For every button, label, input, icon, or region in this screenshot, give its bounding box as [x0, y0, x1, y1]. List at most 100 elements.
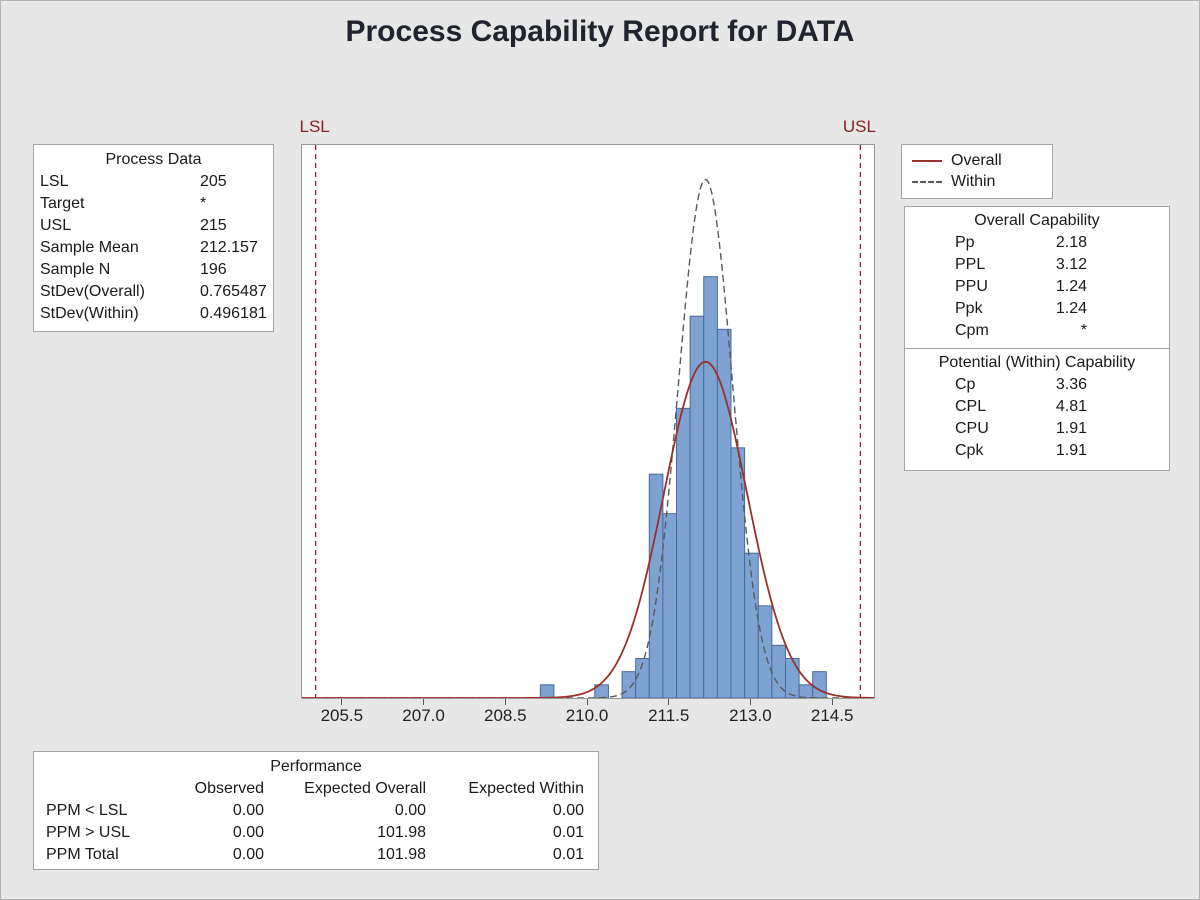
stat-value: 1.24: [1055, 300, 1087, 317]
capability-row: Cpk 1.91: [905, 440, 1169, 462]
process-data-title: Process Data: [105, 151, 202, 168]
table-cell: 0.00: [232, 846, 264, 863]
histogram-bar: [662, 513, 678, 698]
table-cell: 0.00: [232, 802, 264, 819]
capability-row: Cp 3.36: [905, 374, 1169, 396]
x-tick-label: 207.0: [402, 706, 445, 725]
x-tick-label: 210.0: [565, 706, 609, 725]
stat-label: Ppk: [955, 300, 983, 317]
x-tick-mark: [668, 699, 670, 705]
capability-row: PPL 3.12: [905, 254, 1169, 276]
x-tick-label: 214.5: [810, 706, 854, 725]
stat-value: 3.12: [1055, 256, 1087, 273]
overall-capability-title: Overall Capability: [974, 212, 1100, 229]
capability-row: CPL 4.81: [905, 396, 1169, 418]
stat-label: Cp: [955, 376, 976, 393]
curve-within: [302, 178, 874, 698]
table-cell: 0.01: [552, 846, 584, 863]
stat-value: 1.24: [1055, 278, 1087, 295]
row-label: PPM < LSL: [46, 802, 128, 819]
x-tick-mark: [504, 699, 506, 705]
table-cell: 101.98: [377, 846, 426, 863]
stat-label: Sample N: [40, 261, 111, 278]
capability-row: CPU 1.91: [905, 418, 1169, 440]
histogram-bar: [716, 328, 732, 698]
overall-capability-panel: Overall Capability Pp 2.18 PPL 3.12 PPU …: [904, 206, 1170, 349]
histogram-svg: [302, 145, 874, 698]
histogram-bar: [784, 658, 800, 698]
stat-label: Cpm: [955, 322, 989, 339]
row-label: PPM > USL: [46, 824, 131, 841]
usl-label: USL: [842, 117, 876, 136]
stat-value: 196: [200, 261, 227, 278]
row-label: PPM Total: [46, 846, 119, 863]
performance-panel: Performance Observed Expected Overall Ex…: [33, 751, 599, 870]
within-capability-panel: Potential (Within) Capability Cp 3.36 CP…: [904, 348, 1170, 471]
stat-value: 2.18: [1055, 234, 1087, 251]
process-data-row: StDev(Within) 0.496181: [40, 303, 267, 325]
x-tick-label: 205.5: [320, 706, 364, 725]
process-data-row: USL 215: [40, 215, 267, 237]
table-cell: 0.00: [232, 824, 264, 841]
lsl-label: LSL: [299, 117, 330, 136]
capability-row: Ppk 1.24: [905, 298, 1169, 320]
column-header: Expected Overall: [304, 780, 426, 797]
stat-value: 3.36: [1055, 376, 1087, 393]
x-tick-label: 211.5: [648, 706, 690, 725]
table-cell: 0.00: [394, 802, 426, 819]
process-data-row: StDev(Overall) 0.765487: [40, 281, 267, 303]
capability-row: PPU 1.24: [905, 276, 1169, 298]
stat-label: StDev(Overall): [40, 283, 145, 300]
curve-overall: [302, 360, 874, 698]
legend-item-within: Within: [912, 171, 1042, 192]
stat-label: Sample Mean: [40, 239, 139, 256]
histogram-bar: [730, 447, 746, 698]
stat-label: LSL: [40, 173, 69, 190]
stat-label: PPU: [955, 278, 988, 295]
stat-label: Cpk: [955, 442, 984, 459]
stat-value: 215: [200, 217, 227, 234]
histogram-bar: [676, 407, 691, 698]
capability-row: Cpm *: [905, 320, 1169, 342]
column-header: Observed: [194, 780, 264, 797]
legend-label: Within: [951, 172, 996, 190]
stat-label: PPL: [955, 256, 986, 273]
x-tick-mark: [831, 699, 833, 705]
stat-value: 4.81: [1055, 398, 1087, 415]
capability-report-window: Process Capability Report for DATA Proce…: [0, 0, 1200, 900]
stat-value: 0.496181: [200, 305, 267, 322]
within-capability-title: Potential (Within) Capability: [938, 354, 1136, 371]
histogram-bar: [621, 671, 637, 698]
process-data-panel: Process Data LSL 205 Target * USL 215 Sa…: [33, 144, 274, 332]
performance-table: Observed Expected Overall Expected Withi…: [46, 778, 586, 866]
overall-line-icon: [912, 159, 942, 162]
process-data-row: LSL 205: [40, 171, 267, 193]
x-tick-mark: [423, 699, 425, 705]
performance-title: Performance: [270, 758, 362, 775]
column-header: Expected Within: [468, 780, 584, 797]
stat-label: Pp: [955, 234, 975, 251]
table-cell: 101.98: [377, 824, 426, 841]
within-line-icon: [912, 180, 942, 183]
x-tick-mark: [749, 699, 751, 705]
x-tick-mark: [586, 699, 588, 705]
legend-item-overall: Overall: [912, 150, 1042, 171]
legend-label: Overall: [951, 151, 1002, 169]
process-data-row: Sample Mean 212.157: [40, 237, 267, 259]
table-cell: 0.00: [552, 802, 584, 819]
stat-value: *: [1080, 322, 1087, 339]
histogram-bar: [689, 315, 705, 698]
x-tick-label: 208.5: [484, 706, 527, 725]
stat-value: 0.765487: [200, 283, 267, 300]
stat-label: StDev(Within): [40, 305, 139, 322]
x-tick-label: 213.0: [729, 706, 772, 725]
stat-value: 1.91: [1055, 420, 1087, 437]
histogram-bar: [703, 276, 718, 698]
legend: Overall Within: [901, 144, 1053, 199]
x-axis: 205.5 207.0 208.5 210.0 211.5 213.0 214.5: [301, 699, 875, 733]
x-tick-mark: [341, 699, 343, 705]
histogram-bar: [539, 684, 555, 698]
process-data-row: Target *: [40, 193, 267, 215]
histogram-bar: [798, 684, 814, 698]
table-cell: 0.01: [552, 824, 584, 841]
